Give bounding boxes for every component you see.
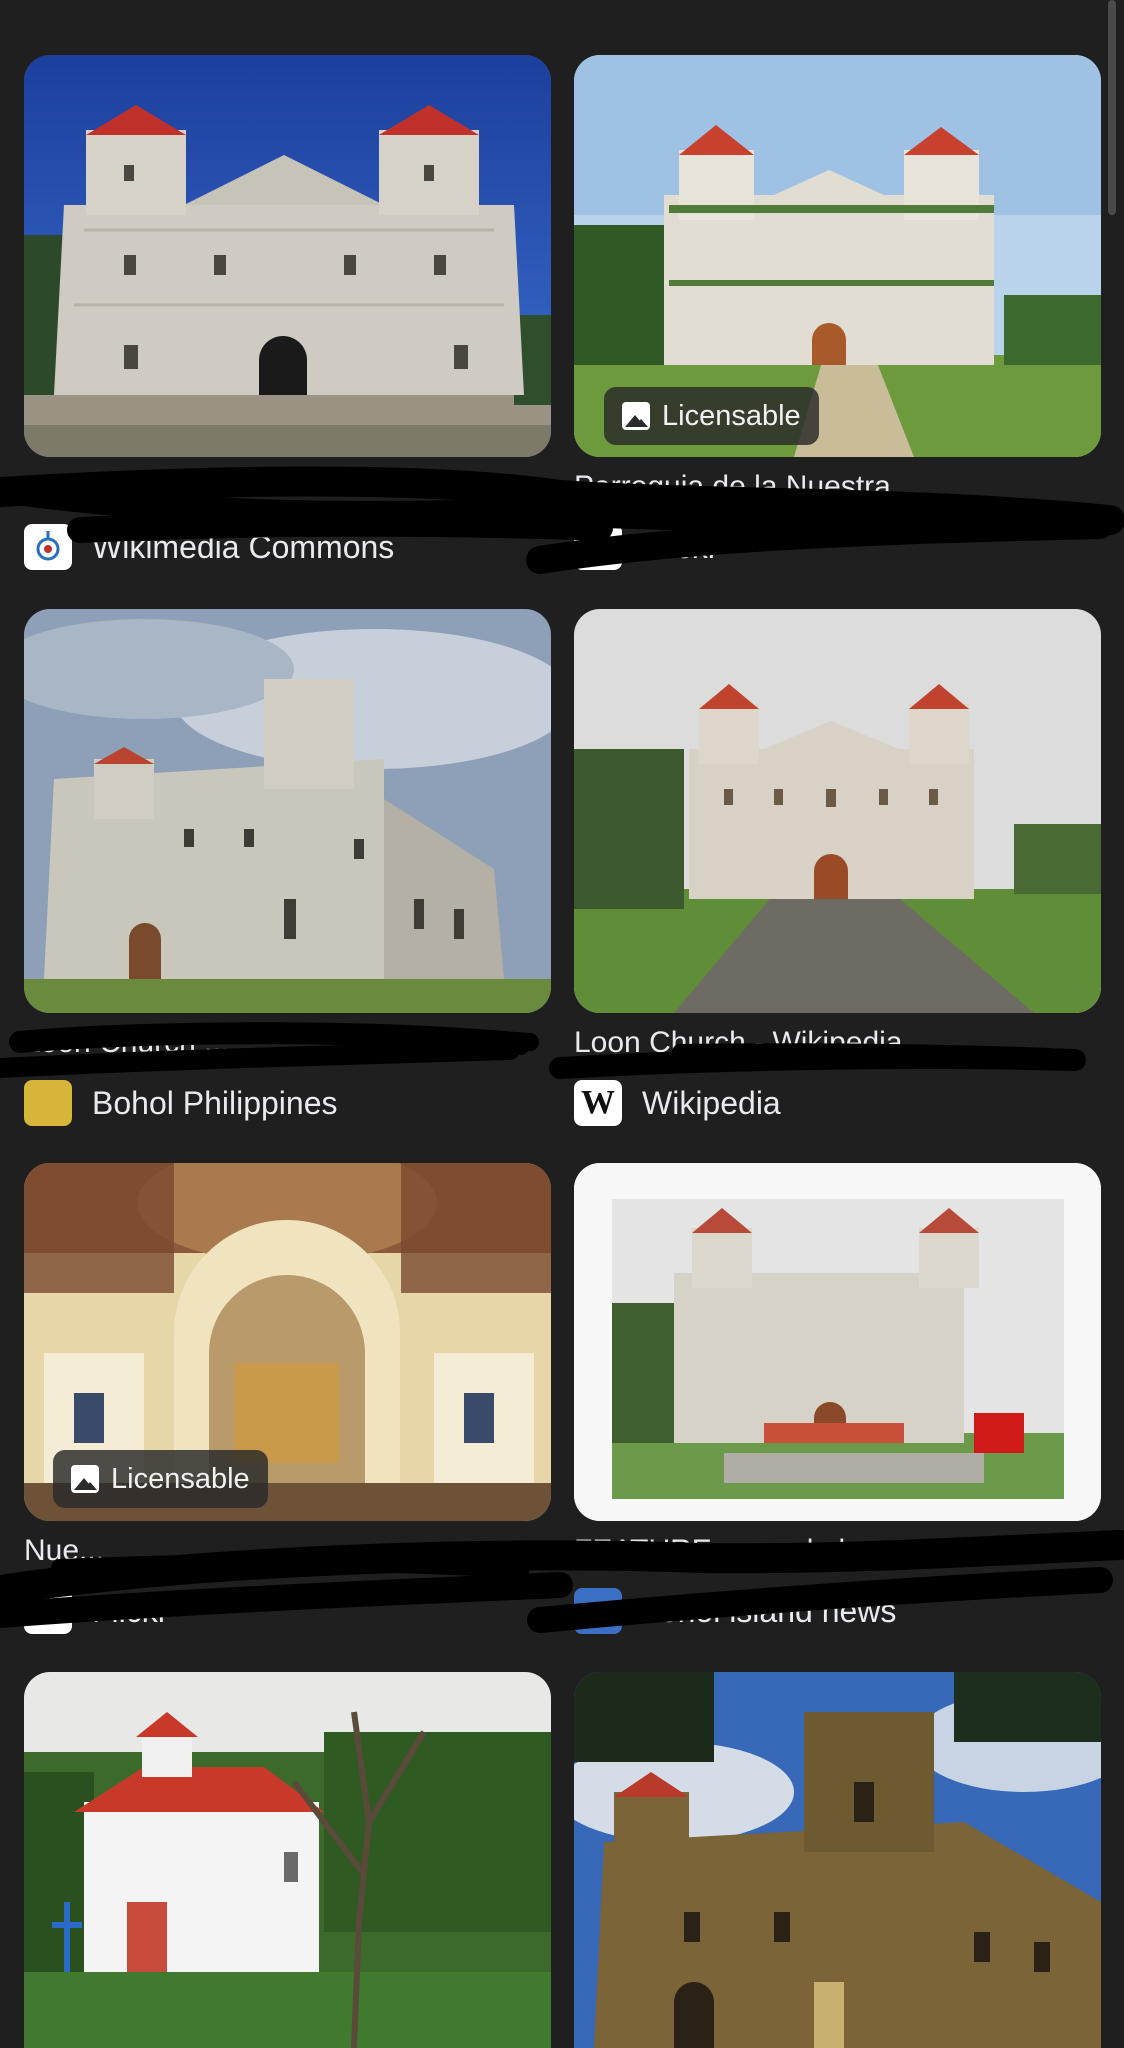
result-thumbnail-4[interactable] (574, 609, 1101, 1013)
result-title[interactable]: Nue... (24, 1531, 551, 1571)
result-source[interactable]: Flickr (24, 1588, 168, 1634)
result-source-label: Wikipedia (642, 1084, 781, 1121)
bohol-island-news-icon (574, 1588, 622, 1634)
result-title[interactable]: File:Nu... (24, 467, 551, 507)
licensable-badge[interactable]: Licensable (604, 387, 819, 445)
result-source-label: Bohol Philippines (92, 1084, 338, 1121)
result-title[interactable]: Parroquia de la Nuestra... (574, 467, 1101, 507)
result-source[interactable]: W Wikipedia (574, 1080, 781, 1126)
result-source-label: Wikimedia Commons (92, 528, 395, 565)
wikipedia-icon: W (574, 1080, 622, 1126)
result-title[interactable]: Loon Church ... (24, 1023, 551, 1063)
result-thumbnail-2[interactable]: Licensable (574, 55, 1101, 457)
chapel-photo-7 (24, 1672, 551, 2048)
image-results-page: File:Nu... Wikimedia Commons Licensable … (0, 0, 1124, 2048)
result-source[interactable]: Wikimedia Commons (24, 524, 394, 570)
image-icon (71, 1465, 99, 1493)
flickr-icon (24, 1588, 72, 1634)
image-icon (622, 402, 650, 430)
scrollbar[interactable] (1108, 0, 1116, 215)
result-thumbnail-7[interactable] (24, 1672, 551, 2048)
wikimedia-commons-icon (24, 524, 72, 570)
church-photo-3 (24, 609, 551, 1013)
result-thumbnail-1[interactable] (24, 55, 551, 457)
result-thumbnail-5[interactable]: Licensable (24, 1163, 551, 1521)
result-source[interactable]: Flickr (574, 524, 718, 570)
result-source[interactable]: Bohol Philippines (24, 1080, 338, 1126)
church-photo-6 (574, 1163, 1101, 1521)
bohol-philippines-icon (24, 1080, 72, 1126)
licensable-label: Licensable (111, 1462, 250, 1495)
licensable-label: Licensable (662, 399, 801, 432)
result-thumbnail-6[interactable] (574, 1163, 1101, 1521)
result-thumbnail-8[interactable] (574, 1672, 1101, 2048)
result-source-label: bohol island news (642, 1592, 897, 1629)
result-title[interactable]: FEATURE: ... ra de la... (574, 1531, 1101, 1571)
result-thumbnail-3[interactable] (24, 609, 551, 1013)
licensable-badge[interactable]: Licensable (53, 1450, 268, 1508)
church-ruins-photo-8 (574, 1672, 1101, 2048)
result-source-label: Flickr (92, 1592, 169, 1629)
church-photo-4 (574, 609, 1101, 1013)
church-photo-1 (24, 55, 551, 457)
result-title[interactable]: Loon Church - Wikipedia (574, 1023, 1101, 1063)
flickr-icon (574, 524, 622, 570)
result-source-label: Flickr (642, 528, 719, 565)
result-source[interactable]: bohol island news (574, 1588, 896, 1634)
